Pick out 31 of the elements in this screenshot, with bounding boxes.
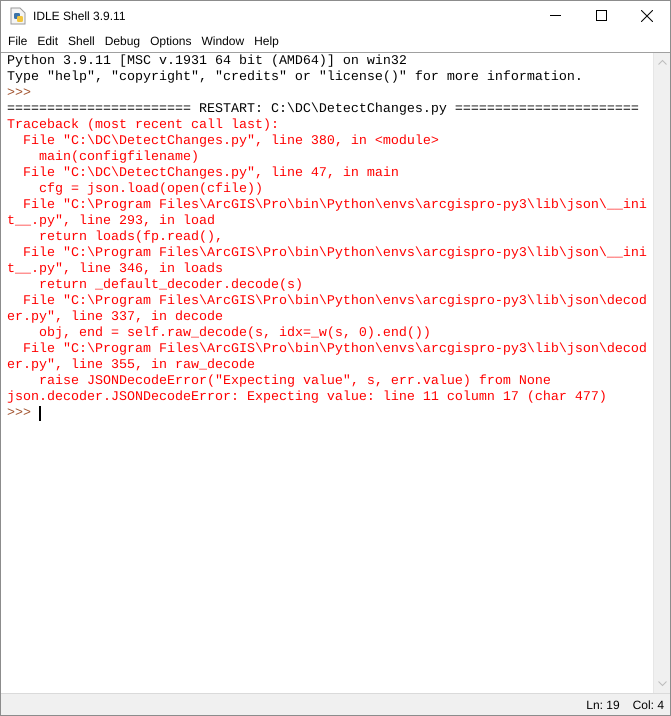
output-line: ======================= RESTART: C:\DC\DetectChanges.py ======================= bbox=[7, 102, 639, 118]
error-line: raise JSONDecodeError("Expecting value", s, err.value) from None bbox=[38, 374, 551, 390]
error-line: obj, end = self.raw_decode(s, idx=_w(s, 0).end()) bbox=[38, 326, 431, 342]
menu-item[interactable]: Debug bbox=[100, 34, 146, 48]
error-line: Traceback (most recent call last): bbox=[7, 118, 279, 134]
maximize-icon bbox=[596, 10, 606, 21]
menu-item[interactable]: File bbox=[3, 34, 32, 48]
scroll-down-icon[interactable] bbox=[658, 681, 666, 687]
error-line: main(configfilename) bbox=[38, 150, 199, 166]
menu-item[interactable]: Options bbox=[145, 34, 196, 48]
close-icon bbox=[641, 10, 653, 22]
window-title: IDLE Shell 3.9.11 bbox=[33, 8, 127, 22]
error-line: File "C:\DC\DetectChanges.py", line 380, in <module> bbox=[22, 134, 439, 150]
column-number-status: Col: 4 bbox=[632, 698, 664, 712]
error-line: cfg = json.load(open(cfile)) bbox=[38, 182, 263, 198]
menu-item[interactable]: Help bbox=[249, 34, 284, 48]
scroll-up-icon[interactable] bbox=[658, 59, 666, 65]
menu-item[interactable]: Edit bbox=[32, 34, 64, 48]
prompt-text: >>> bbox=[7, 406, 31, 422]
menu-item[interactable]: Shell bbox=[63, 34, 100, 48]
error-line: return loads(fp.read(), bbox=[38, 230, 223, 246]
output-line: Type "help", "copyright", "credits" or "license()" for more information. bbox=[7, 70, 583, 86]
line-number-status: Ln: 19 bbox=[586, 698, 620, 712]
error-line: File "C:\DC\DetectChanges.py", line 47, in main bbox=[22, 166, 399, 182]
menu-item[interactable]: Window bbox=[196, 34, 250, 48]
prompt-text: >>> bbox=[7, 86, 31, 102]
vertical-scrollbar[interactable] bbox=[653, 53, 670, 693]
python-file-icon bbox=[10, 6, 26, 24]
output-line: Python 3.9.11 [MSC v.1931 64 bit (AMD64)] on win32 bbox=[7, 54, 407, 70]
error-line: return _default_decoder.decode(s) bbox=[38, 278, 303, 294]
error-line: json.decoder.JSONDecodeError: Expecting value: line 11 column 17 (char 477) bbox=[7, 390, 607, 406]
